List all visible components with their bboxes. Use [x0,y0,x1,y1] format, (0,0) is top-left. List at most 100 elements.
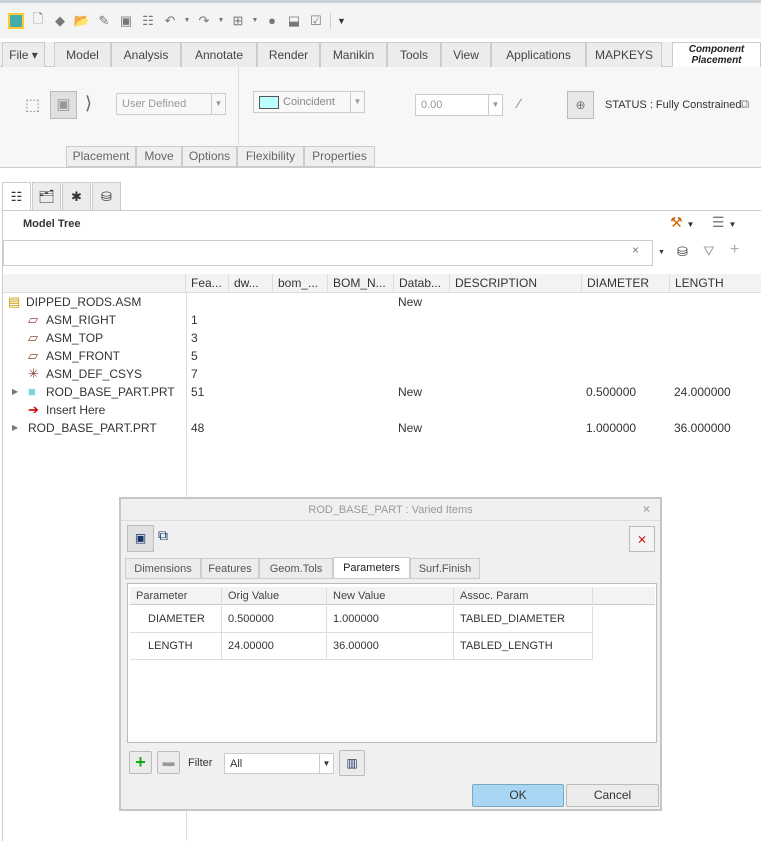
tree-row[interactable]: ▱ ASM_RIGHT 1 [0,311,761,329]
find-binoculars-icon[interactable]: ⛁ [677,244,688,260]
expand-icon[interactable]: ▶ [12,419,18,437]
user-defined-set-icon[interactable]: ▣ [50,91,77,119]
tree-row[interactable]: ▶ ■ ROD_BASE_PART.PRT 51 New 0.500000 24.00000… [0,383,761,401]
manager-icon[interactable]: ☑ [308,13,324,29]
dialog-tab-parameters[interactable]: Parameters [333,557,410,579]
cell-new-value[interactable]: 36.00000 [327,633,454,660]
tree-row[interactable]: ▤ DIPPED_RODS.ASM New [0,293,761,311]
cell-assoc-param: TABLED_LENGTH [454,633,593,660]
windows-icon[interactable]: ⊞ [230,13,246,29]
cell-new-value[interactable]: 1.000000 [327,606,454,633]
tree-row[interactable]: ▱ ASM_TOP 3 [0,329,761,347]
column-bom-n[interactable]: BOM_N... [328,274,394,293]
panel-tab-options[interactable]: Options [182,146,237,167]
clear-search-icon[interactable]: × [632,243,639,257]
customize-icon[interactable]: ▼ [330,12,346,29]
add-item-button[interactable]: + [129,751,152,774]
column-feat[interactable]: Fea... [186,274,229,293]
filter-dropdown[interactable]: All ▼ [224,753,334,774]
dialog-tab-geom-tols[interactable]: Geom.Tols [259,558,333,579]
model-view-icon[interactable]: ▣ [127,525,154,552]
flip-icon[interactable]: ⁄ [518,95,520,111]
feature-number: 1 [191,313,198,327]
redo-icon[interactable]: ↷ [196,13,212,29]
tree-item-name: DIPPED_RODS.ASM [26,295,142,309]
tab-favorites[interactable]: ✱ [62,182,91,211]
tree-row[interactable]: ✳ ASM_DEF_CSYS 7 [0,365,761,383]
tab-view[interactable]: View [441,42,491,67]
remove-item-button[interactable]: ▬ [157,751,180,774]
filter-icon[interactable]: ⛛ [703,243,715,260]
tab-annotate[interactable]: Annotate [181,42,257,67]
separate-window-icon[interactable]: ⧉ [740,96,749,112]
tree-row[interactable]: ➔ Insert Here [0,401,761,419]
windows-dropdown-icon[interactable]: ▼ [252,13,259,29]
constraint-dropdown[interactable]: Coincident ▼ [253,91,365,113]
divider [238,67,239,145]
search-dropdown-icon[interactable]: ▼ [658,249,665,256]
tab-manikin[interactable]: Manikin [320,42,387,67]
tree-row[interactable]: ▶ ROD_BASE_PART.PRT 48 New 1.000000 36.000000 [0,419,761,437]
chevron-down-icon: ▼ [350,92,364,112]
undo-dropdown-icon[interactable]: ▼ [184,13,191,29]
column-dw[interactable]: dw... [229,274,273,293]
placement-type-dropdown[interactable]: User Defined ▼ [116,93,226,115]
cancel-button[interactable]: Cancel [566,784,659,807]
show-list-icon[interactable]: ☰ ▼ [712,214,736,231]
new-icon[interactable]: 🗋 [30,11,46,29]
tab-applications[interactable]: Applications [491,42,586,67]
close-icon[interactable]: ⬓ [286,13,302,29]
column-diameter[interactable]: DIAMETER [582,274,670,293]
add-column-icon[interactable]: + [730,241,739,259]
window-view-icon[interactable]: ⧉ [158,527,168,544]
model-tree-search-input[interactable] [3,240,653,266]
settings-tools-icon[interactable]: ⚒ ▼ [670,214,694,231]
tab-tools[interactable]: Tools [387,42,441,67]
render-icon[interactable]: ● [264,13,280,29]
column-bom[interactable]: bom_... [273,274,328,293]
panel-tab-properties[interactable]: Properties [304,146,375,167]
panel-tab-placement[interactable]: Placement [66,146,136,167]
tab-folder-browser[interactable]: 🗂 [32,182,61,211]
dialog-tab-dimensions[interactable]: Dimensions [125,558,201,579]
move-drag-icon[interactable]: ⊕ [567,91,594,119]
open-folder-icon[interactable]: 📂 [74,13,90,29]
column-description[interactable]: DESCRIPTION [450,274,582,293]
tab-search[interactable]: ⛁ [92,182,121,211]
panel-tab-flexibility[interactable]: Flexibility [237,146,304,167]
model-tree-title: Model Tree [23,218,81,230]
tab-analysis[interactable]: Analysis [111,42,181,67]
undo-icon[interactable]: ↶ [162,13,178,29]
panel-tab-move[interactable]: Move [136,146,182,167]
ok-button[interactable]: OK [472,784,564,807]
column-database[interactable]: Datab... [394,274,450,293]
tab-mapkeys[interactable]: MAPKEYS [586,42,662,67]
remove-all-icon[interactable]: ⨯ [629,526,655,552]
tree-row[interactable]: ▱ ASM_FRONT 5 [0,347,761,365]
close-dialog-icon[interactable]: × [643,502,650,516]
expand-icon[interactable]: ▶ [12,383,18,401]
cell-orig-value: 0.500000 [222,606,327,633]
dialog-tab-surf-finish[interactable]: Surf.Finish [410,558,480,579]
tab-model-tree[interactable]: ☷ [2,182,31,211]
parameter-row[interactable]: LENGTH 24.00000 36.00000 TABLED_LENGTH [121,633,656,660]
tab-model[interactable]: Model [54,42,111,67]
cell-parameter: LENGTH [130,633,222,660]
columns-button[interactable]: ▥ [339,750,365,776]
column-name[interactable] [3,274,186,293]
column-length[interactable]: LENGTH [670,274,761,293]
open-icon[interactable]: ◆ [52,13,68,29]
regenerate-icon[interactable]: ☷ [140,13,156,29]
tab-render[interactable]: Render [257,42,320,67]
save-as-icon[interactable]: ✎ [96,13,112,29]
offset-input[interactable]: 0.00 ▼ [415,94,503,116]
save-icon[interactable]: ▣ [118,13,134,29]
auto-constraint-icon[interactable]: ⬚ [25,95,40,115]
quick-access-toolbar: 🗋 ◆ 📂 ✎ ▣ ☷ ↶ ▼ ↷ ▼ ⊞ ▼ ● ⬓ ☑ ▼ [0,0,761,38]
redo-dropdown-icon[interactable]: ▼ [218,13,225,29]
mechanism-connection-icon[interactable]: ⟩ [85,93,92,114]
dialog-tab-features[interactable]: Features [201,558,259,579]
tab-component-placement[interactable]: Component Placement [672,42,761,68]
tab-file[interactable]: File ▾ [2,42,45,67]
parameter-row[interactable]: DIAMETER 0.500000 1.000000 TABLED_DIAMETER [121,606,656,633]
